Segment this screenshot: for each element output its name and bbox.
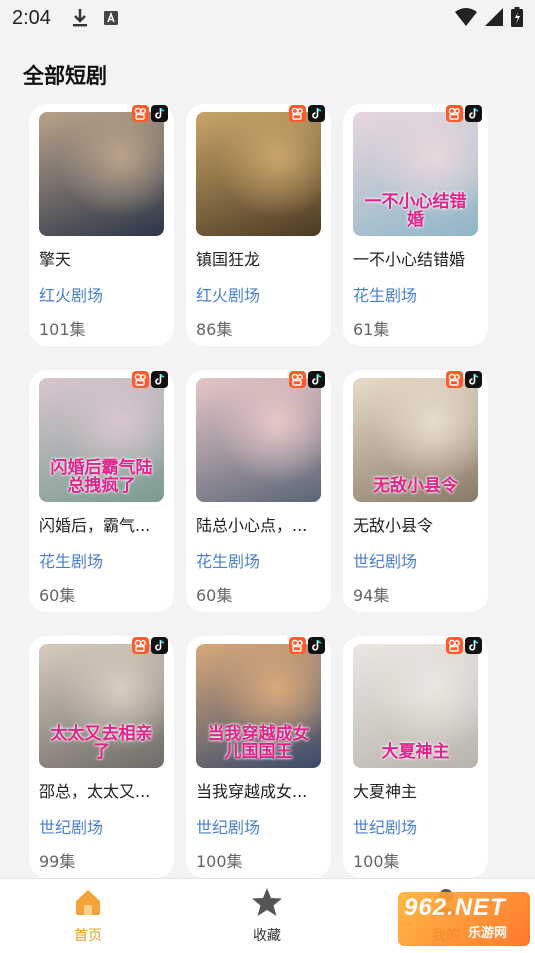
kuaishou-badge-icon — [446, 105, 463, 122]
drama-episode-count: 86集 — [196, 320, 233, 339]
drama-source-link[interactable]: 花生剧场 — [196, 548, 260, 572]
wifi-icon — [455, 8, 477, 26]
drama-card[interactable]: 大夏神主 大夏神主 世纪剧场 100集 — [343, 636, 488, 878]
poster-caption-art: 无敌小县令 — [373, 476, 458, 497]
watermark-bottom: 乐游网 — [468, 926, 508, 941]
site-watermark: 962.NET 乐游网 — [398, 892, 530, 946]
drama-poster[interactable] — [39, 112, 164, 236]
nav-home-label: 首页 — [74, 928, 102, 944]
poster-image — [196, 378, 321, 502]
watermark-top: 962.NET — [404, 894, 506, 921]
app-notification-icon — [103, 11, 118, 25]
drama-poster[interactable]: 一不小心结错婚 — [353, 112, 478, 236]
drama-poster[interactable] — [196, 112, 321, 236]
platform-badges — [289, 371, 325, 388]
kuaishou-badge-icon — [132, 371, 149, 388]
kuaishou-badge-icon — [132, 637, 149, 654]
status-bar: 2:04 — [0, 0, 535, 36]
drama-title: 大夏神主 — [353, 782, 418, 801]
platform-badges — [132, 637, 168, 654]
poster-caption-art: 太太又去相亲了 — [50, 724, 153, 763]
platform-badges — [446, 105, 482, 122]
drama-source-link[interactable]: 花生剧场 — [353, 282, 417, 306]
drama-episode-count: 101集 — [39, 320, 86, 339]
drama-title: 闪婚后，霸气... — [39, 516, 151, 535]
drama-poster[interactable]: 无敌小县令 — [353, 378, 478, 502]
poster-caption-art: 当我穿越成女儿国国王 — [207, 724, 310, 763]
battery-icon — [511, 7, 523, 27]
kuaishou-badge-icon — [446, 637, 463, 654]
drama-episode-count: 61集 — [353, 320, 390, 339]
drama-episode-count: 99集 — [39, 852, 76, 871]
section-title: 全部短剧 — [23, 64, 107, 88]
drama-source-link[interactable]: 世纪剧场 — [196, 814, 260, 838]
drama-source-link[interactable]: 花生剧场 — [39, 548, 103, 572]
douyin-badge-icon — [151, 371, 168, 388]
drama-card[interactable]: 一不小心结错婚 一不小心结错婚 花生剧场 61集 — [343, 104, 488, 346]
star-icon — [252, 888, 282, 916]
drama-title: 擎天 — [39, 250, 72, 269]
nav-home[interactable]: 首页 — [48, 887, 128, 945]
drama-title: 陆总小心点，... — [196, 516, 308, 535]
signal-icon — [485, 8, 503, 26]
drama-poster[interactable]: 当我穿越成女儿国国王 — [196, 644, 321, 768]
drama-card[interactable]: 陆总小心点，... 花生剧场 60集 — [186, 370, 331, 612]
drama-source-link[interactable]: 世纪剧场 — [353, 548, 417, 572]
douyin-badge-icon — [151, 105, 168, 122]
douyin-badge-icon — [151, 637, 168, 654]
douyin-badge-icon — [308, 637, 325, 654]
poster-image — [39, 112, 164, 236]
douyin-badge-icon — [308, 105, 325, 122]
douyin-badge-icon — [465, 371, 482, 388]
platform-badges — [132, 371, 168, 388]
drama-poster[interactable]: 大夏神主 — [353, 644, 478, 768]
poster-caption-art: 闪婚后霸气陆总拽疯了 — [50, 458, 153, 497]
status-time: 2:04 — [12, 6, 51, 29]
drama-episode-count: 100集 — [353, 852, 400, 871]
drama-card[interactable]: 镇国狂龙 红火剧场 86集 — [186, 104, 331, 346]
drama-poster[interactable]: 太太又去相亲了 — [39, 644, 164, 768]
kuaishou-badge-icon — [289, 637, 306, 654]
platform-badges — [446, 371, 482, 388]
douyin-badge-icon — [465, 637, 482, 654]
drama-episode-count: 100集 — [196, 852, 243, 871]
kuaishou-badge-icon — [289, 371, 306, 388]
kuaishou-badge-icon — [132, 105, 149, 122]
drama-title: 镇国狂龙 — [196, 250, 261, 269]
nav-favorites-label: 收藏 — [253, 928, 281, 944]
poster-caption-art: 大夏神主 — [381, 742, 450, 763]
kuaishou-badge-icon — [289, 105, 306, 122]
drama-title: 当我穿越成女... — [196, 782, 308, 801]
kuaishou-badge-icon — [446, 371, 463, 388]
drama-card[interactable]: 当我穿越成女儿国国王 当我穿越成女... 世纪剧场 100集 — [186, 636, 331, 878]
drama-poster[interactable] — [196, 378, 321, 502]
platform-badges — [289, 637, 325, 654]
drama-source-link[interactable]: 红火剧场 — [196, 282, 260, 306]
download-icon — [72, 9, 87, 27]
home-icon — [76, 890, 100, 915]
platform-badges — [289, 105, 325, 122]
drama-episode-count: 94集 — [353, 586, 390, 605]
drama-episode-count: 60集 — [196, 586, 233, 605]
drama-card[interactable]: 无敌小县令 无敌小县令 世纪剧场 94集 — [343, 370, 488, 612]
drama-source-link[interactable]: 红火剧场 — [39, 282, 103, 306]
poster-caption-art: 一不小心结错婚 — [364, 192, 467, 231]
drama-title: 无敌小县令 — [353, 516, 434, 535]
drama-card[interactable]: 太太又去相亲了 邵总，太太又... 世纪剧场 99集 — [29, 636, 174, 878]
drama-episode-count: 60集 — [39, 586, 76, 605]
drama-title: 一不小心结错婚 — [353, 250, 466, 269]
douyin-badge-icon — [308, 371, 325, 388]
nav-favorites[interactable]: 收藏 — [227, 887, 307, 945]
drama-card[interactable]: 闪婚后霸气陆总拽疯了 闪婚后，霸气... 花生剧场 60集 — [29, 370, 174, 612]
poster-image — [196, 112, 321, 236]
drama-card[interactable]: 擎天 红火剧场 101集 — [29, 104, 174, 346]
drama-poster[interactable]: 闪婚后霸气陆总拽疯了 — [39, 378, 164, 502]
platform-badges — [446, 637, 482, 654]
drama-source-link[interactable]: 世纪剧场 — [39, 814, 103, 838]
drama-source-link[interactable]: 世纪剧场 — [353, 814, 417, 838]
drama-title: 邵总，太太又... — [39, 782, 151, 801]
douyin-badge-icon — [465, 105, 482, 122]
platform-badges — [132, 105, 168, 122]
